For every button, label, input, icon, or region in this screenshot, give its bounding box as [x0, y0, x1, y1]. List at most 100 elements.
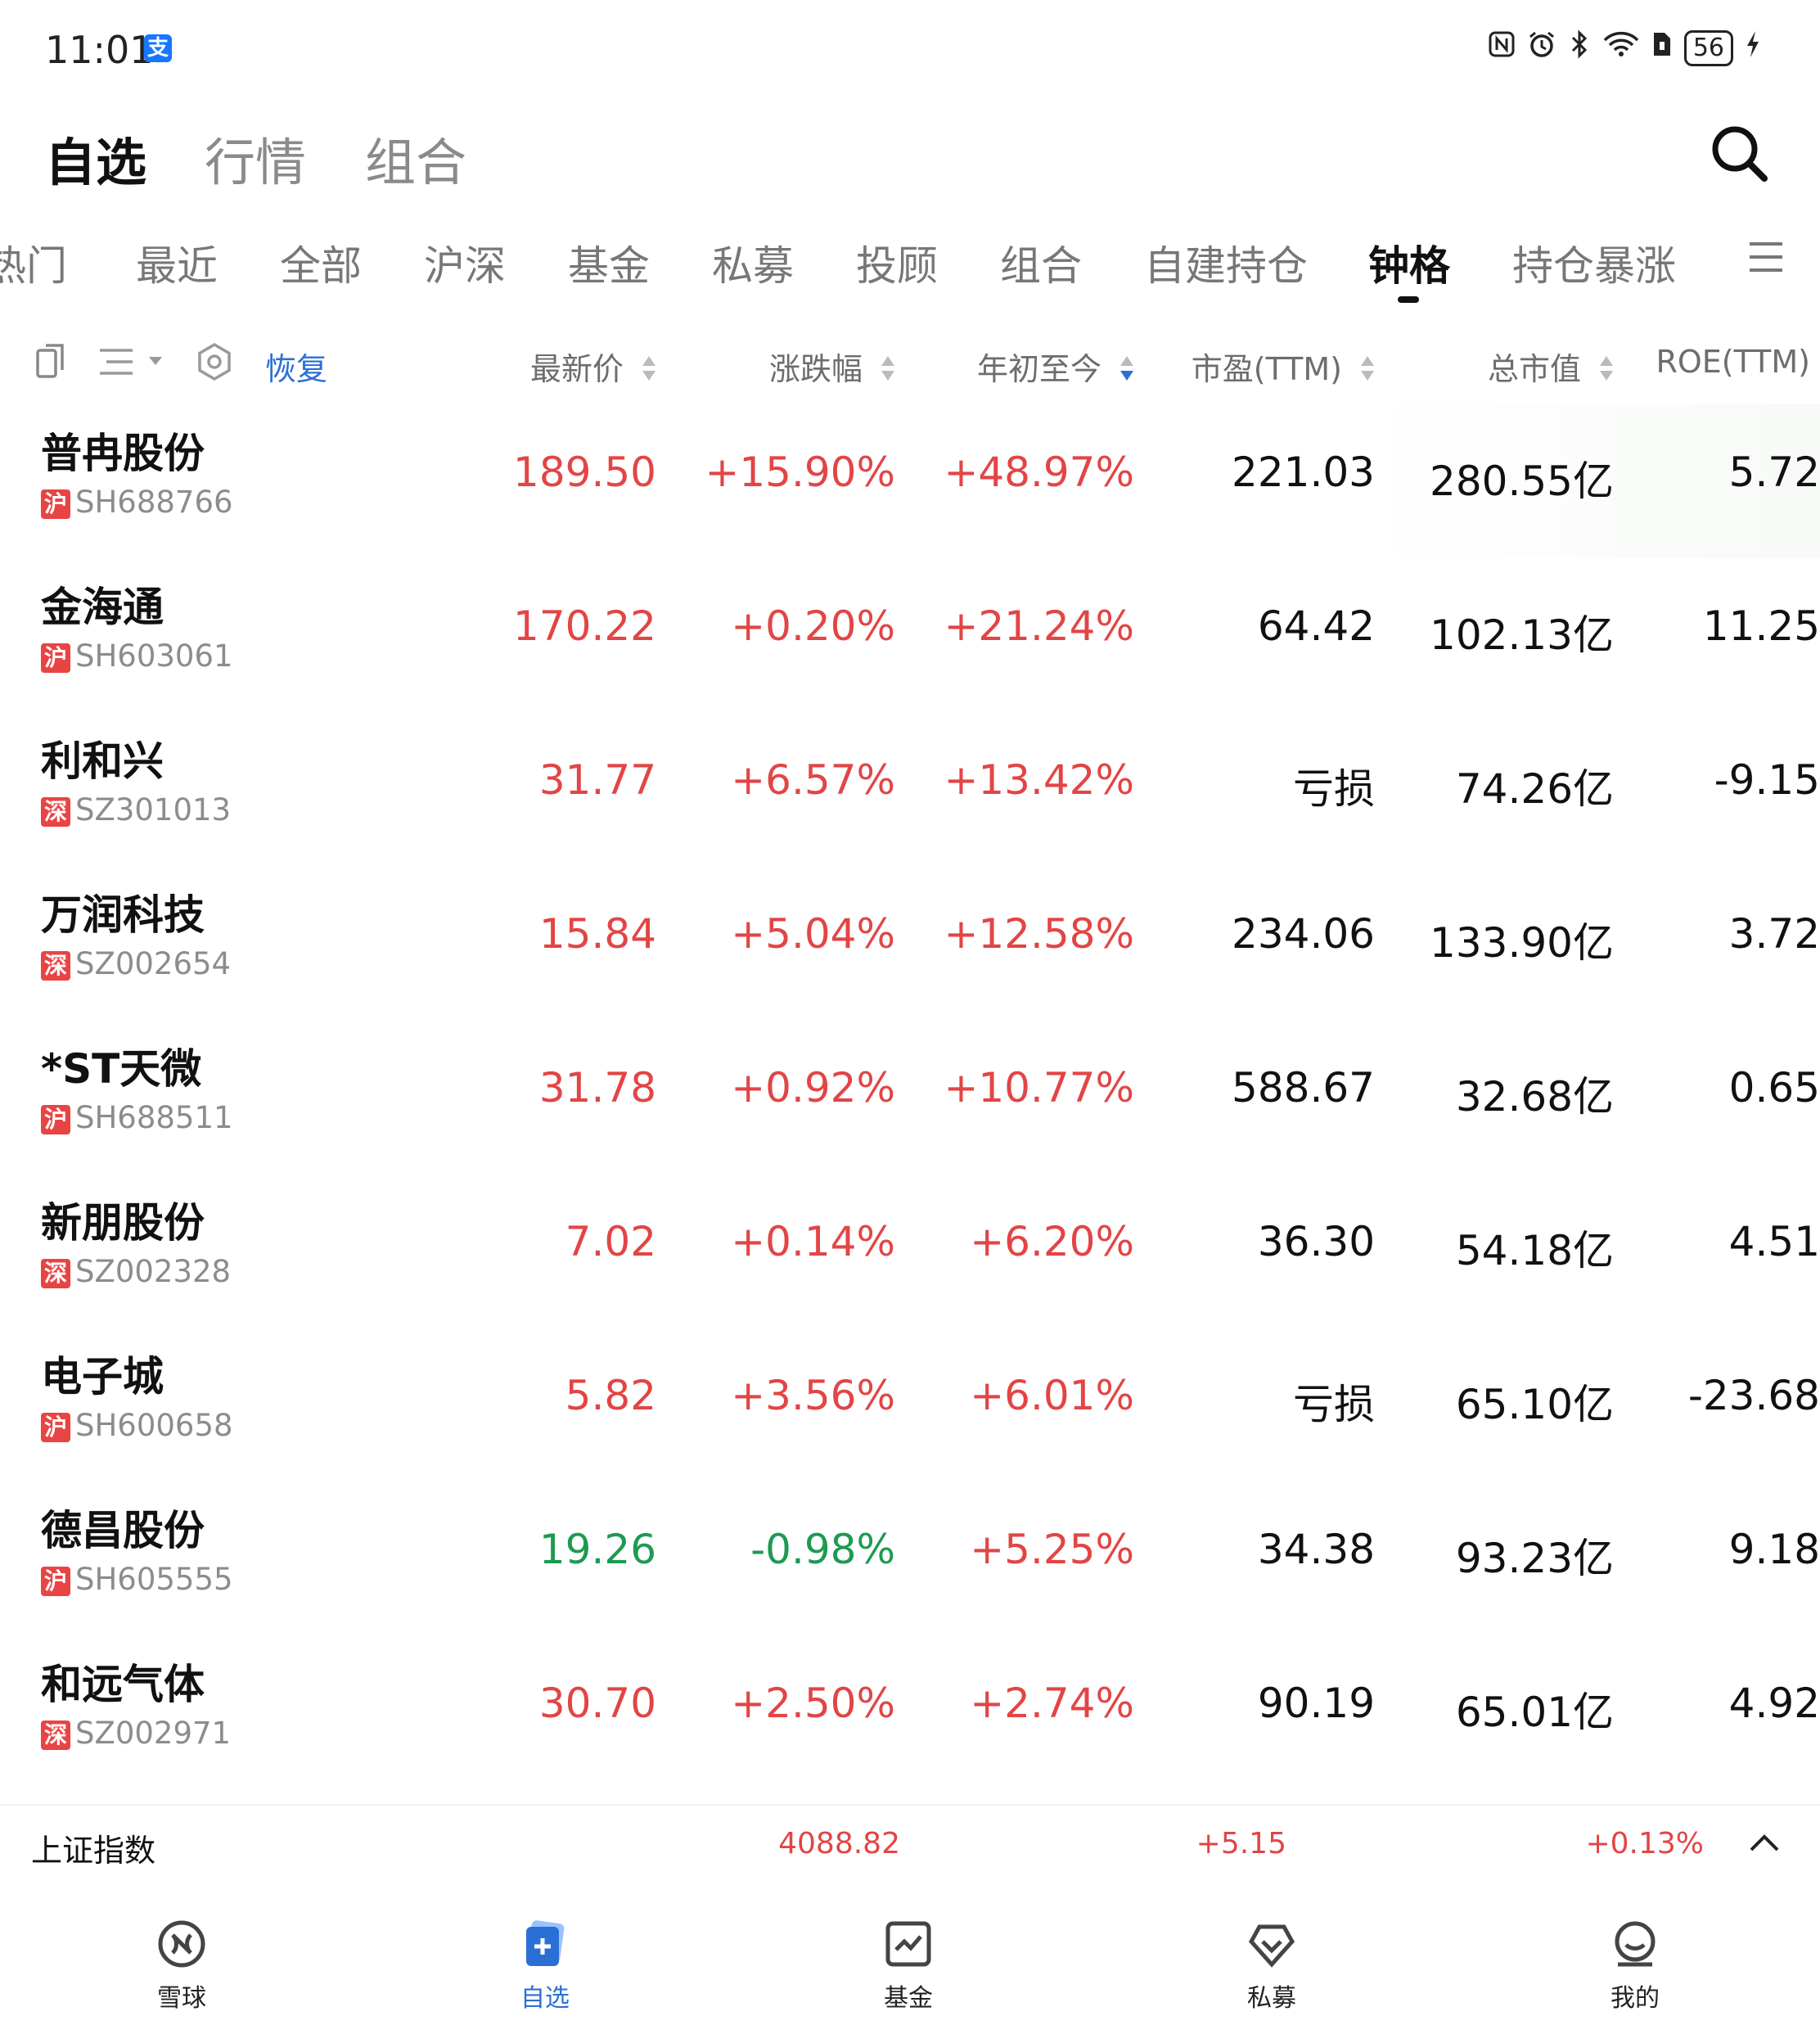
battery-level: 56: [1683, 29, 1733, 66]
nav-watchlist[interactable]: 自选: [463, 1919, 627, 2014]
roe-cell: 4.92: [1728, 1680, 1820, 1727]
alipay-icon: 支: [144, 34, 172, 62]
table-row[interactable]: 和远气体 深 SZ002971 30.70 +2.50% +2.74% 90.19…: [0, 1635, 1820, 1789]
index-ticker-bar[interactable]: [0, 1804, 1820, 1886]
market-cap-cell: 102.13亿: [1430, 611, 1614, 659]
header-tab-portfolio[interactable]: 组合: [365, 121, 466, 195]
column-header-change[interactable]: 涨跌幅: [769, 344, 895, 390]
roe-cell: 5.72: [1728, 449, 1820, 496]
stock-name: 金海通: [41, 584, 164, 631]
market-cap-cell: 32.68亿: [1455, 1073, 1614, 1121]
change-cell: -0.98%: [750, 1526, 895, 1573]
chevron-up-icon: [1750, 1834, 1779, 1851]
ytd-cell: +13.42%: [944, 756, 1134, 804]
stock-name: *ST天微: [41, 1045, 202, 1093]
market-badge: 沪: [41, 1105, 70, 1134]
roe-cell: -9.15: [1714, 756, 1820, 804]
ytd-cell: +48.97%: [944, 449, 1134, 496]
market-cap-cell: 133.90亿: [1430, 919, 1614, 967]
copy-button[interactable]: [34, 340, 69, 385]
status-icons: 56: [1488, 29, 1761, 66]
filter-dropdown-button[interactable]: [98, 345, 167, 381]
price-cell: 19.26: [538, 1526, 656, 1573]
stock-code: 沪 SH600658: [41, 1408, 233, 1443]
table-row[interactable]: 金海通 沪 SH603061 170.22 +0.20% +21.24% 64.4…: [0, 558, 1820, 712]
nav-profile[interactable]: 我的: [1553, 1919, 1717, 2014]
market-cap-cell: 280.55亿: [1430, 458, 1614, 505]
index-value: 4088.82: [778, 1827, 900, 1860]
category-tab-hot[interactable]: 热门: [0, 233, 67, 292]
table-row[interactable]: 利和兴 深 SZ301013 31.77 +6.57% +13.42% 亏损 74…: [0, 712, 1820, 866]
sort-icon: [1360, 354, 1375, 390]
nfc-icon: [1488, 30, 1516, 65]
stock-code: 深 SZ002654: [41, 946, 231, 981]
category-tab-hushen[interactable]: 沪深: [424, 233, 506, 292]
sort-icon: [881, 354, 895, 390]
roe-cell: 11.25: [1702, 602, 1820, 650]
profile-icon: [1615, 1921, 1656, 1967]
fund-icon: [885, 1921, 931, 1967]
pe-cell: 588.67: [1232, 1064, 1375, 1112]
market-badge: 沪: [41, 643, 70, 673]
table-row[interactable]: 万润科技 深 SZ002654 15.84 +5.04% +12.58% 234.…: [0, 866, 1820, 1020]
category-tab-advisor[interactable]: 投顾: [856, 233, 938, 292]
change-cell: +15.90%: [705, 449, 895, 496]
column-header-pe[interactable]: 市盈(TTM): [1192, 344, 1375, 390]
stock-code: 沪 SH605555: [41, 1562, 233, 1597]
table-row[interactable]: 电子城 沪 SH600658 5.82 +3.56% +6.01% 亏损 65.1…: [0, 1328, 1820, 1482]
pe-cell: 亏损: [1293, 1381, 1375, 1428]
ytd-cell: +21.24%: [944, 602, 1134, 650]
stock-name: 利和兴: [41, 737, 164, 785]
column-header-price[interactable]: 最新价: [530, 344, 656, 390]
restore-button[interactable]: 恢复: [265, 344, 327, 389]
roe-cell: 9.18: [1728, 1526, 1820, 1573]
nav-label: 雪球: [157, 1984, 206, 2013]
stock-name: 和远气体: [41, 1661, 205, 1708]
roe-cell: 0.65: [1728, 1064, 1820, 1112]
search-button[interactable]: [1709, 123, 1771, 185]
nav-label: 我的: [1611, 1984, 1660, 2013]
nav-fund[interactable]: 基金: [827, 1919, 990, 2014]
column-header-market-cap[interactable]: 总市值: [1488, 344, 1614, 390]
bluetooth-icon: [1568, 29, 1591, 66]
category-tab-self-built[interactable]: 自建持仓: [1144, 233, 1308, 292]
market-cap-cell: 93.23亿: [1455, 1535, 1614, 1582]
pe-cell: 221.03: [1232, 449, 1375, 496]
category-tab-portfolio[interactable]: 组合: [1000, 233, 1082, 292]
stock-code: 深 SZ301013: [41, 792, 231, 828]
nav-private-fund[interactable]: 私募: [1190, 1919, 1354, 2014]
change-cell: +0.14%: [731, 1218, 895, 1265]
market-cap-cell: 65.10亿: [1455, 1381, 1614, 1428]
category-tab-surge[interactable]: 持仓暴涨: [1512, 233, 1676, 292]
status-bar: 11:01 支 56: [0, 0, 1820, 98]
index-expand-button[interactable]: [1746, 1830, 1782, 1855]
category-tab-fund[interactable]: 基金: [568, 233, 650, 292]
category-menu-button[interactable]: [1748, 239, 1784, 275]
pe-cell: 36.30: [1257, 1218, 1375, 1265]
pe-cell: 234.06: [1232, 910, 1375, 958]
table-row[interactable]: 新朋股份 深 SZ002328 7.02 +0.14% +6.20% 36.30 …: [0, 1174, 1820, 1328]
stock-code: 深 SZ002971: [41, 1716, 231, 1751]
category-tab-private[interactable]: 私募: [712, 233, 794, 292]
pe-cell: 34.38: [1257, 1526, 1375, 1573]
column-header-ytd[interactable]: 年初至今: [977, 344, 1134, 390]
table-row[interactable]: *ST天微 沪 SH688511 31.78 +0.92% +10.77% 588…: [0, 1020, 1820, 1174]
table-row[interactable]: 德昌股份 沪 SH605555 19.26 -0.98% +5.25% 34.38…: [0, 1482, 1820, 1635]
category-tab-all[interactable]: 全部: [280, 233, 362, 292]
nav-xueqiu[interactable]: 雪球: [100, 1919, 264, 2014]
category-tab-recent[interactable]: 最近: [136, 233, 218, 292]
alarm-icon: [1527, 29, 1556, 66]
table-row[interactable]: 普冉股份 沪 SH688766 189.50 +15.90% +48.97% 22…: [0, 404, 1820, 558]
column-header-roe[interactable]: ROE(TTM): [1656, 344, 1810, 380]
market-cap-cell: 74.26亿: [1455, 765, 1614, 813]
header-tab-market[interactable]: 行情: [205, 121, 306, 195]
stock-code: 沪 SH603061: [41, 638, 233, 674]
category-tab-zhongge[interactable]: 钟格: [1368, 233, 1450, 292]
index-change: +5.15: [1196, 1827, 1286, 1860]
roe-cell: -23.68: [1687, 1372, 1820, 1419]
ytd-cell: +6.20%: [970, 1218, 1134, 1265]
stock-code: 沪 SH688766: [41, 485, 233, 520]
settings-button[interactable]: [195, 342, 234, 385]
header-tab-watchlist[interactable]: 自选: [45, 121, 146, 195]
status-time: 11:01: [45, 28, 154, 72]
